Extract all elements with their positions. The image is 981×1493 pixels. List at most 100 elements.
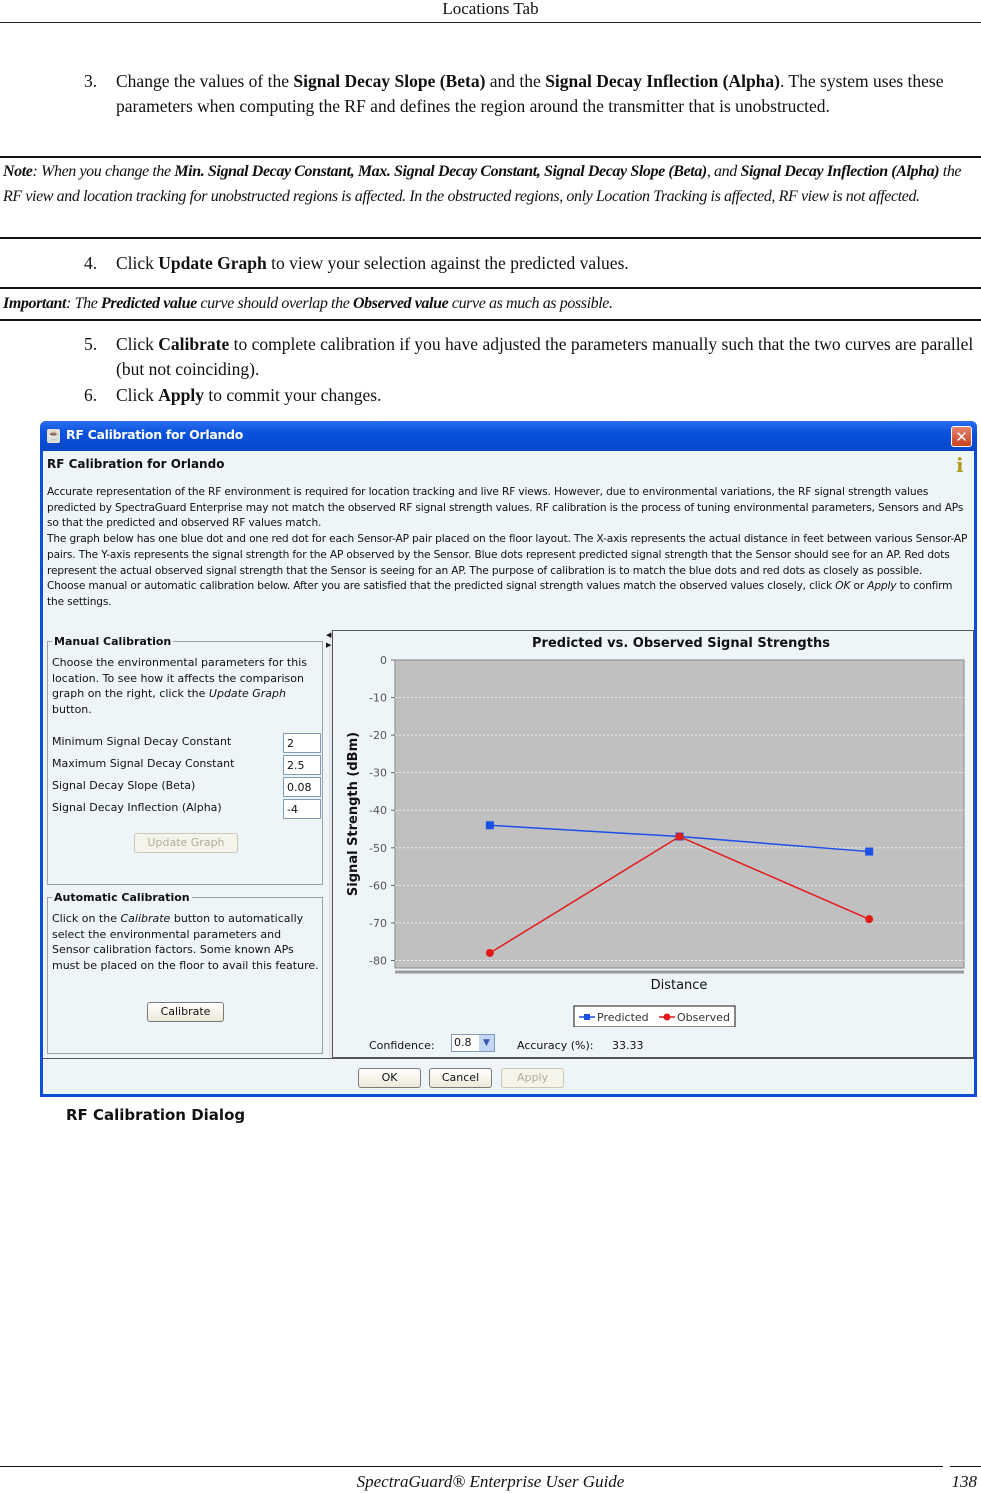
text-span: to commit your changes.	[204, 385, 382, 405]
text-span: : The	[66, 295, 102, 312]
automatic-calibration-group: Automatic Calibration Click on the Calib…	[47, 891, 323, 1054]
desc-text: Click on the	[52, 912, 121, 925]
dialog-window-title: RF Calibration for Orlando	[66, 427, 244, 442]
accuracy-value: 33.33	[612, 1039, 644, 1052]
bold-term: Signal Decay Slope (Beta)	[293, 71, 486, 91]
important-text: Important: The Predicted value curve sho…	[3, 295, 613, 312]
y-tick-label: -10	[369, 692, 387, 705]
decay-slope-label: Signal Decay Slope (Beta)	[52, 779, 196, 792]
manual-calibration-legend: Manual Calibration	[52, 635, 174, 648]
bold-term: Signal Decay Inflection (Alpha)	[740, 163, 940, 180]
footer-rule	[0, 1466, 943, 1467]
step-4: 4. Click Update Graph to view your select…	[84, 251, 976, 276]
data-point-predicted	[865, 847, 874, 856]
desc-em: Update Graph	[208, 687, 286, 701]
desc-em: Calibrate	[120, 912, 171, 925]
text-span: Click	[116, 385, 159, 405]
decay-inflection-input[interactable]: -4	[283, 799, 321, 819]
text-span: and the	[485, 71, 546, 91]
y-axis-label: Signal Strength (dBm)	[346, 732, 361, 896]
text-span: : When you change the	[32, 163, 175, 180]
y-tick-label: -80	[369, 954, 387, 967]
x-axis-label: Distance	[651, 978, 708, 993]
desc-text: button.	[52, 702, 92, 716]
note-bottom-rule	[0, 237, 981, 239]
text-span: Change the values of the	[116, 71, 294, 91]
y-tick-label: 0	[380, 654, 387, 667]
close-icon: ✕	[955, 428, 968, 446]
plot-area	[394, 659, 965, 969]
legend-label-observed: Observed	[677, 1011, 730, 1024]
text-span: to view your selection against the predi…	[266, 253, 629, 273]
important-box: Important: The Predicted value curve sho…	[3, 292, 978, 317]
bold-term: Note	[3, 163, 33, 180]
java-app-icon: ☕	[47, 429, 61, 443]
min-decay-label: Minimum Signal Decay Constant	[52, 735, 232, 748]
important-top-rule	[0, 287, 981, 289]
step-number: 4.	[84, 253, 98, 273]
min-decay-input[interactable]: 2	[283, 733, 321, 753]
cancel-button[interactable]: Cancel	[429, 1068, 492, 1088]
note-top-rule	[0, 156, 981, 158]
legend-marker	[584, 1014, 590, 1020]
collapse-left-icon[interactable]: ◀	[326, 631, 331, 639]
calibrate-button[interactable]: Calibrate	[147, 1002, 224, 1022]
intro-text-span: or	[850, 580, 868, 593]
manual-calibration-desc: Choose the environmental parameters for …	[52, 655, 320, 717]
close-button[interactable]: ✕	[951, 426, 972, 447]
info-icon: i	[956, 453, 964, 477]
text-span: Click	[116, 253, 159, 273]
intro-ok-em: OK	[835, 580, 851, 593]
footer-rule-page	[950, 1466, 981, 1467]
y-tick-label: -60	[369, 879, 387, 892]
y-tick-label: -40	[369, 804, 387, 817]
bold-term: Update Graph	[158, 253, 267, 273]
bold-term: Calibrate	[158, 334, 230, 354]
dialog-intro: Accurate representation of the RF enviro…	[47, 485, 972, 611]
dialog-titlebar[interactable]: ☕ RF Calibration for Orlando ✕	[40, 421, 977, 451]
data-point-observed	[485, 948, 494, 957]
footer-title: SpectraGuard® Enterprise User Guide	[356, 1472, 625, 1491]
expand-right-icon[interactable]: ▶	[326, 641, 331, 649]
step-text: Click Update Graph to view your selectio…	[116, 253, 629, 273]
confidence-select[interactable]: 0.8 ▼	[451, 1034, 495, 1052]
step-5: 5. Click Calibrate to complete calibratio…	[84, 332, 976, 382]
text-span: curve as much as possible.	[448, 295, 613, 312]
bold-term: Predicted value	[101, 295, 197, 312]
confidence-label: Confidence:	[369, 1039, 435, 1052]
running-header-title: Locations Tab	[442, 0, 539, 18]
dialog-button-bar: OK Cancel Apply	[43, 1058, 974, 1095]
legend-label-predicted: Predicted	[597, 1011, 649, 1024]
intro-paragraph: Choose manual or automatic calibration b…	[47, 579, 972, 610]
ok-button[interactable]: OK	[358, 1068, 421, 1088]
apply-button[interactable]: Apply	[501, 1068, 564, 1088]
chevron-down-icon: ▼	[479, 1035, 494, 1051]
dialog-client-area: RF Calibration for Orlando i Accurate re…	[43, 451, 974, 1094]
step-3: 3. Change the values of the Signal Decay …	[84, 69, 976, 119]
data-point-observed	[865, 915, 874, 924]
dialog-heading: RF Calibration for Orlando	[47, 457, 225, 471]
y-tick-label: -30	[369, 767, 387, 780]
y-tick-label: -70	[369, 917, 387, 930]
calibration-options-panel: Manual Calibration Choose the environmen…	[43, 630, 330, 1058]
important-bottom-rule	[0, 319, 981, 321]
automatic-calibration-legend: Automatic Calibration	[52, 891, 192, 904]
decay-inflection-label: Signal Decay Inflection (Alpha)	[52, 801, 222, 814]
intro-apply-em: Apply	[867, 580, 897, 593]
manual-calibration-group: Manual Calibration Choose the environmen…	[47, 635, 323, 885]
confidence-value: 0.8	[454, 1036, 472, 1049]
bold-term: Observed value	[353, 295, 449, 312]
max-decay-input[interactable]: 2.5	[283, 755, 321, 775]
bold-term: Apply	[158, 385, 205, 405]
bold-term: Min. Signal Decay Constant, Max. Signal …	[174, 163, 707, 180]
data-point-predicted	[485, 821, 494, 830]
update-graph-button[interactable]: Update Graph	[134, 833, 238, 853]
decay-slope-input[interactable]: 0.08	[283, 777, 321, 797]
y-tick-label: -50	[369, 842, 387, 855]
text-span: to complete calibration if you have adju…	[116, 334, 974, 379]
intro-paragraph: The graph below has one blue dot and one…	[47, 533, 968, 577]
accuracy-label: Accuracy (%):	[517, 1039, 594, 1052]
intro-paragraph: Accurate representation of the RF enviro…	[47, 486, 964, 530]
rf-calibration-dialog: ☕ RF Calibration for Orlando ✕ RF Calibr…	[40, 421, 977, 1097]
text-span: Click	[116, 334, 159, 354]
